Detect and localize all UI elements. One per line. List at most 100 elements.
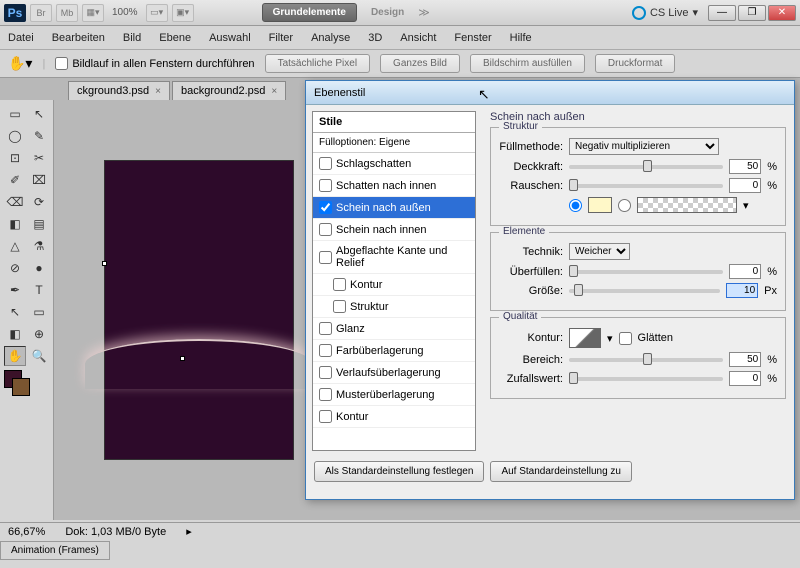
style-list-item[interactable]: Abgeflachte Kante und Relief [313,241,475,274]
menu-datei[interactable]: Datei [8,32,34,44]
workspace-more-icon[interactable]: ≫ [418,6,430,19]
style-list-item[interactable]: Verlaufsüberlagerung [313,362,475,384]
style-checkbox[interactable] [319,223,332,236]
style-list-item[interactable]: Schlagschatten [313,153,475,175]
style-list-item[interactable]: Musterüberlagerung [313,384,475,406]
style-checkbox[interactable] [319,322,332,335]
technique-select[interactable]: Weicher [569,243,630,260]
status-zoom[interactable]: 66,67% [8,526,45,538]
chevron-down-icon[interactable]: ▾ [607,332,613,345]
tool-button[interactable]: ⊘ [4,258,26,278]
actual-pixels-button[interactable]: Tatsächliche Pixel [265,54,370,73]
contour-picker[interactable] [569,328,601,348]
menu-ansicht[interactable]: Ansicht [400,32,436,44]
spread-slider[interactable] [569,270,723,274]
tool-button[interactable]: T [28,280,50,300]
document-tab[interactable]: background2.psd × [172,81,286,100]
range-slider[interactable] [569,358,723,362]
tool-button[interactable]: ⟳ [28,192,50,212]
tool-button[interactable]: ▭ [28,302,50,322]
menu-3d[interactable]: 3D [368,32,382,44]
scroll-all-input[interactable] [55,57,68,70]
noise-input[interactable] [729,178,761,193]
tool-button[interactable]: ✐ [4,170,26,190]
reset-default-button[interactable]: Auf Standardeinstellung zu [490,461,632,482]
bridge-button[interactable]: Br [30,4,52,22]
tool-button[interactable]: ● [28,258,50,278]
tool-button[interactable]: ✂ [28,148,50,168]
menu-analyse[interactable]: Analyse [311,32,350,44]
dialog-titlebar[interactable]: Ebenenstil [306,81,794,105]
style-list-item[interactable]: Glanz [313,318,475,340]
tool-button[interactable]: ↖ [4,302,26,322]
animation-panel-tab[interactable]: Animation (Frames) [0,541,110,560]
tool-button[interactable]: ✋ [4,346,26,366]
style-checkbox[interactable] [319,179,332,192]
size-input[interactable] [726,283,758,298]
document-tab[interactable]: ckground3.psd × [68,81,170,100]
tool-button[interactable]: ✒ [4,280,26,300]
jitter-input[interactable] [729,371,761,386]
background-swatch[interactable] [12,378,30,396]
style-checkbox[interactable] [319,344,332,357]
style-checkbox[interactable] [333,278,346,291]
tool-button[interactable]: ▤ [28,214,50,234]
style-list-item[interactable]: Schatten nach innen [313,175,475,197]
chevron-down-icon[interactable]: ▾ [743,199,749,212]
opacity-slider[interactable] [569,165,723,169]
style-list-item[interactable]: Schein nach innen [313,219,475,241]
menu-hilfe[interactable]: Hilfe [510,32,532,44]
cs-live[interactable]: CS Live ▾ [632,6,698,20]
style-list-item[interactable]: Farbüberlagerung [313,340,475,362]
fill-screen-button[interactable]: Bildschirm ausfüllen [470,54,585,73]
tool-button[interactable]: ⊕ [28,324,50,344]
transform-handle[interactable] [102,261,107,266]
minimize-button[interactable]: — [708,5,736,21]
tool-button[interactable]: ⌫ [4,192,26,212]
blend-mode-select[interactable]: Negativ multiplizieren [569,138,719,155]
hand-tool-icon[interactable]: ✋▾ [8,55,32,72]
style-checkbox[interactable] [333,300,346,313]
jitter-slider[interactable] [569,377,723,381]
style-list-item[interactable]: Struktur [313,296,475,318]
tool-button[interactable]: ✎ [28,126,50,146]
tool-button[interactable]: ⚗ [28,236,50,256]
tool-button[interactable]: 🔍 [28,346,50,366]
tool-button[interactable]: △ [4,236,26,256]
tool-button[interactable]: ◯ [4,126,26,146]
gradient-radio[interactable] [618,199,631,212]
print-size-button[interactable]: Druckformat [595,54,675,73]
style-checkbox[interactable] [319,410,332,423]
close-tab-icon[interactable]: × [155,86,161,97]
tool-button[interactable]: ◧ [4,324,26,344]
tool-button[interactable]: ⌧ [28,170,50,190]
fit-screen-button[interactable]: Ganzes Bild [380,54,460,73]
tool-button[interactable]: ⊡ [4,148,26,168]
noise-slider[interactable] [569,184,723,188]
workspace-design[interactable]: Design [361,4,414,21]
style-checkbox[interactable] [319,388,332,401]
tool-button[interactable]: ▭ [4,104,26,124]
maximize-button[interactable]: ❐ [738,5,766,21]
menu-auswahl[interactable]: Auswahl [209,32,251,44]
screen-mode-button[interactable]: ▣▾ [172,4,194,22]
menu-ebene[interactable]: Ebene [159,32,191,44]
glow-gradient-swatch[interactable] [637,197,737,213]
scroll-all-windows-checkbox[interactable]: Bildlauf in allen Fenstern durchführen [55,57,254,70]
size-slider[interactable] [569,289,720,293]
tool-button[interactable]: ◧ [4,214,26,234]
style-list-item[interactable]: Kontur [313,406,475,428]
close-button[interactable]: ✕ [768,5,796,21]
style-checkbox[interactable] [319,366,332,379]
arrange-button[interactable]: ▭▾ [146,4,168,22]
menu-fenster[interactable]: Fenster [454,32,491,44]
make-default-button[interactable]: Als Standardeinstellung festlegen [314,461,484,482]
opacity-input[interactable] [729,159,761,174]
style-checkbox[interactable] [319,251,332,264]
document-canvas[interactable] [104,160,294,460]
blend-options-item[interactable]: Fülloptionen: Eigene [313,133,475,153]
styles-header[interactable]: Stile [313,112,475,133]
glow-color-swatch[interactable] [588,197,612,213]
color-radio[interactable] [569,199,582,212]
view-extras-button[interactable]: ▦▾ [82,4,104,22]
